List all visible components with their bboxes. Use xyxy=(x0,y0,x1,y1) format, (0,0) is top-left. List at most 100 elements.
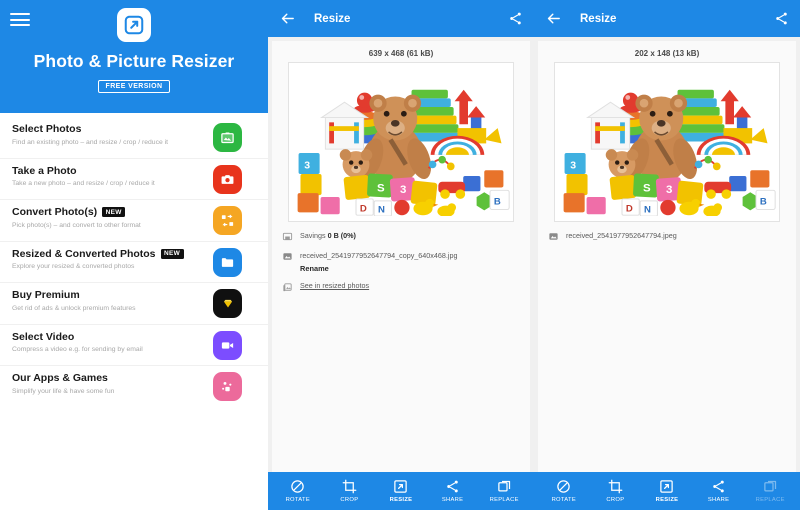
sidebar-item-label: Select Photos xyxy=(12,123,82,135)
toolbar-resize-button[interactable]: RESIZE xyxy=(644,479,690,503)
toolbar-label: CROP xyxy=(340,497,359,503)
image-file-icon xyxy=(549,233,558,240)
toolbar-share-button[interactable]: SHARE xyxy=(430,479,476,503)
replace-icon xyxy=(763,480,776,492)
video-icon xyxy=(213,330,242,360)
diamond-icon xyxy=(213,289,242,318)
svg-text:N: N xyxy=(378,204,385,215)
middle-filename: received_2541977952647794_copy_640x468.j… xyxy=(300,251,458,260)
svg-text:N: N xyxy=(644,204,651,215)
svg-text:S: S xyxy=(643,182,651,194)
filename-block: received_2541977952647794_copy_640x468.j… xyxy=(300,250,457,273)
sidebar-item-convert-photos[interactable]: Convert Photo(s) NEW Pick photo(s) – and… xyxy=(0,200,268,242)
toolbar-replace-button[interactable]: REPLACE xyxy=(481,479,527,503)
toolbar-label: SHARE xyxy=(707,497,730,503)
image-file-icon xyxy=(283,253,292,260)
right-app-bar: Resize xyxy=(534,0,800,37)
crop-icon xyxy=(342,479,357,494)
middle-panel-title: Resize xyxy=(314,12,351,25)
crop-icon xyxy=(608,479,623,494)
sidebar-item-label: Convert Photo(s) xyxy=(12,206,98,218)
sidebar-item-label: Buy Premium xyxy=(12,289,80,301)
toolbar-label: CROP xyxy=(606,497,625,503)
svg-text:B: B xyxy=(494,197,501,208)
toolbar-label: RESIZE xyxy=(389,497,413,503)
toolbar-label: ROTATE xyxy=(285,497,311,503)
filename-row: received_2541977952647794_copy_640x468.j… xyxy=(282,250,520,273)
toolbar-label: ROTATE xyxy=(551,497,577,503)
middle-image-dimensions: 639 x 468 (61 kB) xyxy=(368,49,434,58)
rotate-icon xyxy=(557,480,571,493)
toy-photo: S 3 3 D N B xyxy=(289,63,513,217)
back-arrow-icon[interactable] xyxy=(545,10,562,27)
svg-text:3: 3 xyxy=(666,184,672,196)
toolbar-rotate-button[interactable]: ROTATE xyxy=(541,479,587,503)
share-icon[interactable] xyxy=(774,11,789,26)
right-image-preview[interactable]: S 3 3 D N B xyxy=(554,62,780,222)
sidebar-item-select-video[interactable]: Select Video Compress a video e.g. for s… xyxy=(0,325,268,366)
sidebar-item-select-photos[interactable]: Select Photos Find an existing photo – a… xyxy=(0,117,268,159)
sidebar-header: Photo & Picture Resizer FREE VERSION xyxy=(0,0,268,113)
camera-icon xyxy=(213,164,242,194)
savings-label: Savings xyxy=(300,231,326,240)
see-in-resized-photos-link[interactable]: See in resized photos xyxy=(300,281,369,290)
savings-icon xyxy=(282,232,293,241)
sidebar-item-label: Resized & Converted Photos xyxy=(12,247,156,260)
share-icon[interactable] xyxy=(508,11,523,26)
toolbar-crop-button[interactable]: CROP xyxy=(326,479,372,503)
savings-row: Savings 0 B (0%) xyxy=(282,230,520,242)
sidebar-item-take-a-photo[interactable]: Take a Photo Take a new photo – and resi… xyxy=(0,159,268,200)
right-panel-title: Resize xyxy=(580,12,617,25)
middle-file-info: Savings 0 B (0%) received_25419779526477… xyxy=(272,222,530,293)
gallery-icon xyxy=(213,123,242,152)
svg-text:3: 3 xyxy=(570,159,576,171)
savings-text: Savings 0 B (0%) xyxy=(300,230,356,241)
page-title: Photo & Picture Resizer xyxy=(33,51,235,71)
svg-text:S: S xyxy=(377,182,385,194)
sidebar-item-label: Select Video xyxy=(12,330,75,343)
resize-icon xyxy=(394,480,408,493)
toolbar-resize-button[interactable]: RESIZE xyxy=(378,479,424,503)
sidebar-item-our-apps-games[interactable]: Our Apps & Games Simplify your life & ha… xyxy=(0,366,268,408)
back-arrow-icon[interactable] xyxy=(279,10,296,27)
convert-icon xyxy=(213,206,242,235)
middle-phone-panel: Resize 639 x 468 (61 kB) S 3 3 D N B Sav… xyxy=(268,0,534,510)
share-icon xyxy=(713,480,724,493)
svg-text:3: 3 xyxy=(400,184,406,196)
rename-link[interactable]: Rename xyxy=(300,264,457,273)
toolbar-label: REPLACE xyxy=(489,497,519,503)
right-bottom-toolbar: ROTATE CROP RESIZE SHARE REPLACE xyxy=(534,472,800,510)
resize-icon xyxy=(660,480,674,493)
toolbar-crop-button[interactable]: CROP xyxy=(592,479,638,503)
replace-icon xyxy=(497,480,510,492)
toolbar-replace-button: REPLACE xyxy=(747,479,793,503)
toolbar-label: RESIZE xyxy=(655,497,679,503)
svg-text:D: D xyxy=(360,203,367,214)
toy-photo: S 3 3 D N B xyxy=(555,63,779,217)
right-image-dimensions: 202 x 148 (13 kB) xyxy=(634,49,700,58)
sidebar-item-label: Take a Photo xyxy=(12,164,77,177)
app-logo-resize-icon xyxy=(117,8,151,42)
sidebar-item-resized-converted-photos[interactable]: Resized & Converted Photos NEW Explore y… xyxy=(0,242,268,283)
svg-text:3: 3 xyxy=(304,159,310,171)
sidebar-item-buy-premium[interactable]: Buy Premium Get rid of ads & unlock prem… xyxy=(0,283,268,325)
toolbar-share-button[interactable]: SHARE xyxy=(696,479,742,503)
right-panel-body: 202 x 148 (13 kB) S 3 3 D N B received_2… xyxy=(538,41,796,472)
toolbar-rotate-button[interactable]: ROTATE xyxy=(275,479,321,503)
middle-bottom-toolbar: ROTATE CROP RESIZE SHARE REPLACE xyxy=(268,472,534,510)
savings-value: 0 B (0%) xyxy=(327,231,356,240)
free-version-badge: FREE VERSION xyxy=(97,80,171,93)
right-phone-panel: Resize 202 x 148 (13 kB) S 3 3 D N B rec… xyxy=(534,0,800,510)
toolbar-label: REPLACE xyxy=(755,497,785,503)
new-badge: NEW xyxy=(102,207,126,217)
apps-icon xyxy=(213,372,242,401)
hamburger-menu-icon[interactable] xyxy=(10,13,30,30)
sidebar-menu-list: Select Photos Find an existing photo – a… xyxy=(0,113,268,408)
see-resized-row[interactable]: See in resized photos xyxy=(282,281,520,293)
middle-image-preview[interactable]: S 3 3 D N B xyxy=(288,62,514,222)
folder-icon xyxy=(213,247,242,277)
gallery-photos-icon xyxy=(283,283,292,292)
new-badge: NEW xyxy=(160,248,184,259)
middle-panel-body: 639 x 468 (61 kB) S 3 3 D N B Savings 0 … xyxy=(272,41,530,472)
sidebar-item-label: Our Apps & Games xyxy=(12,372,108,384)
